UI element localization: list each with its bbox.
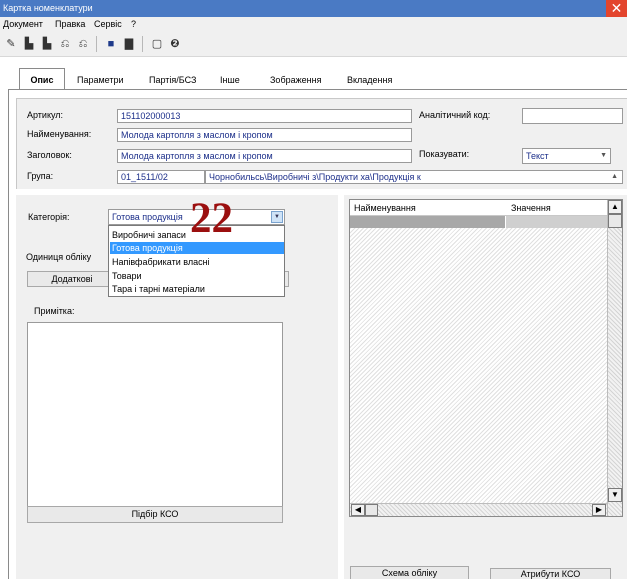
article-label: Артикул: [27, 110, 64, 120]
scroll-left-icon[interactable]: ◀ [351, 504, 365, 516]
show-select[interactable]: Текст ▼ [522, 148, 611, 164]
copy-icon[interactable]: ▙ [40, 37, 54, 51]
new-copy-icon[interactable]: ⎌ [76, 37, 90, 51]
scroll-down-icon[interactable]: ▼ [608, 488, 622, 502]
units-label: Одиниця обліку [26, 252, 92, 262]
menu-service[interactable]: Сервіс [94, 17, 122, 32]
group-path-field[interactable]: Чорнобильсь\Виробничі з\Продукти ха\Прод… [205, 170, 623, 184]
window-title: Картка номенклатури [0, 0, 627, 17]
tab-parameters[interactable]: Параметри [77, 70, 124, 90]
tab-divider [8, 89, 627, 90]
menu-edit[interactable]: Правка [55, 17, 85, 32]
scroll-thumb[interactable] [608, 214, 622, 228]
kso-pick-button[interactable]: Підбір КСО [27, 506, 283, 523]
close-button[interactable]: ✕ [606, 0, 627, 17]
grid-row-selected-name[interactable] [350, 216, 505, 228]
chevron-down-icon: ▼ [600, 152, 607, 159]
chevron-down-icon[interactable]: ▼ [271, 211, 283, 223]
article-field[interactable]: 151102000013 [117, 109, 412, 123]
category-label: Категорія: [28, 212, 70, 222]
new-item-icon[interactable]: ⎌ [58, 37, 72, 51]
form-icon[interactable]: ▢ [150, 37, 164, 51]
accounting-scheme-button[interactable]: Схема обліку [350, 566, 469, 579]
menu-help[interactable]: ? [131, 17, 136, 32]
dropdown-option-selected[interactable]: Готова продукція [110, 242, 284, 254]
note-label: Примітка: [34, 306, 75, 316]
vertical-scrollbar[interactable]: ▲ ▼ [607, 200, 622, 516]
toolbar-separator [142, 36, 143, 52]
note-textarea[interactable] [27, 322, 283, 507]
main-fields-panel: Артикул: 151102000013 Аналітичний код: Н… [16, 98, 627, 189]
tab-other[interactable]: Інше [220, 70, 240, 90]
analytic-code-field[interactable] [522, 108, 623, 124]
scroll-right-icon[interactable]: ▶ [592, 504, 606, 516]
save-icon[interactable]: ■ [104, 37, 118, 51]
new-doc-icon[interactable]: ✎ [4, 37, 18, 51]
grid-row-selected-value[interactable] [506, 216, 607, 228]
tab-description[interactable]: Опис [19, 68, 65, 90]
frame-border [8, 90, 9, 579]
additional-units-button[interactable]: Додаткові [27, 271, 117, 287]
tab-images[interactable]: Зображення [270, 70, 321, 90]
name-label: Найменування: [27, 129, 92, 139]
grid-header-value[interactable]: Значення [511, 203, 551, 213]
group-code-field[interactable]: 01_1511/02 [117, 170, 205, 184]
dropdown-option[interactable]: Товари [110, 270, 284, 282]
header-label: Заголовок: [27, 150, 72, 160]
help-icon[interactable]: ❷ [168, 37, 182, 51]
chevron-up-icon: ▲ [611, 173, 618, 180]
toolbar: ✎ ▙ ▙ ⎌ ⎌ ■ ▇ ▢ ❷ [0, 32, 627, 57]
horizontal-scrollbar[interactable]: ◀ ▶ [350, 503, 607, 516]
menu-bar: Документ Правка Сервіс ? [0, 17, 627, 32]
group-label: Група: [27, 171, 54, 181]
tab-batch[interactable]: Партія/БСЗ [149, 70, 196, 90]
group-path-text: Чорнобильсь\Виробничі з\Продукти ха\Прод… [209, 172, 421, 182]
annotation-number: 22 [190, 195, 233, 242]
grid-empty-area [350, 228, 607, 503]
name-field[interactable]: Молода картопля з маслом і кропом [117, 128, 412, 142]
scroll-up-icon[interactable]: ▲ [608, 200, 622, 214]
category-select-value: Готова продукція [112, 212, 183, 222]
header-field[interactable]: Молода картопля з маслом і кропом [117, 149, 412, 163]
menu-document[interactable]: Документ [3, 17, 43, 32]
analytic-code-label: Аналітичний код: [419, 110, 491, 120]
toolbar-separator [96, 36, 97, 52]
kso-attributes-button[interactable]: Атрибути КСО [490, 568, 611, 579]
print-icon[interactable]: ▇ [122, 37, 136, 51]
tab-attachments[interactable]: Вкладення [347, 70, 392, 90]
grid-header-name[interactable]: Найменування [354, 203, 416, 213]
dropdown-option[interactable]: Тара і тарні матеріали [110, 283, 284, 295]
show-select-value: Текст [526, 151, 549, 161]
dropdown-option[interactable]: Напівфабрикати власні [110, 256, 284, 268]
show-label: Показувати: [419, 149, 470, 159]
open-folder-icon[interactable]: ▙ [22, 37, 36, 51]
hscroll-thumb[interactable] [365, 504, 378, 516]
tab-strip: Опис Параметри Партія/БСЗ Інше Зображенн… [8, 60, 627, 90]
